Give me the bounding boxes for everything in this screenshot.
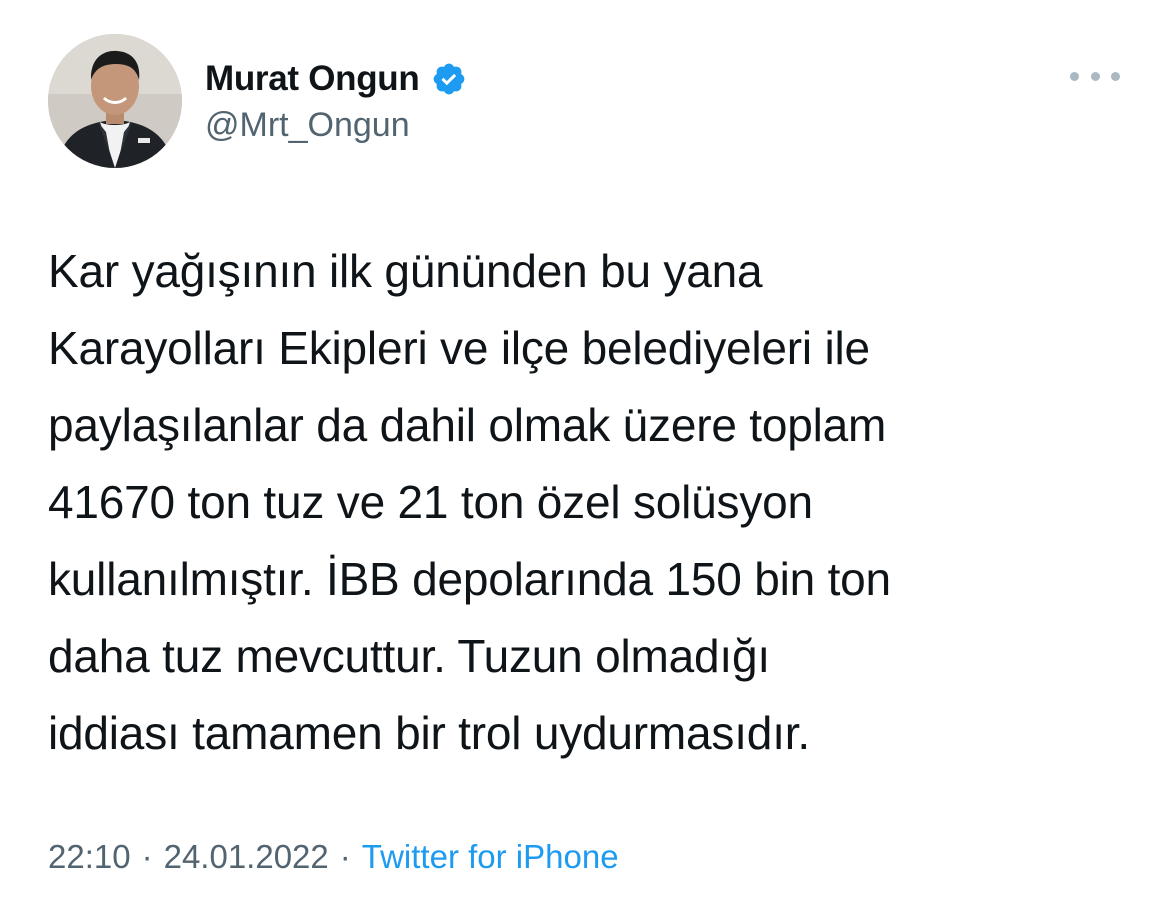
- tweet-card: Murat Ongun @Mrt_Ongun Kar yağışının ilk…: [0, 0, 1170, 916]
- more-horizontal-icon-dot: [1090, 71, 1100, 81]
- tweet-text-line: paylaşılanlar da dahil olmak üzere topla…: [48, 399, 887, 451]
- tweet-time[interactable]: 22:10: [48, 838, 131, 876]
- author-handle[interactable]: @Mrt_Ongun: [205, 106, 410, 145]
- author-name-row: Murat Ongun: [205, 57, 467, 101]
- tweet-text-line: 41670 ton tuz ve 21 ton özel solüsyon: [48, 476, 813, 528]
- tweet-text-line: daha tuz mevcuttur. Tuzun olmadığı: [48, 630, 770, 682]
- tweet-text-line: Kar yağışının ilk gününden bu yana: [48, 245, 763, 297]
- tweet-source-link[interactable]: Twitter for iPhone: [362, 838, 619, 876]
- tweet-text-line: Karayolları Ekipleri ve ilçe belediyeler…: [48, 322, 870, 374]
- tweet-date[interactable]: 24.01.2022: [164, 838, 329, 876]
- tweet-text-line: kullanılmıştır. İBB depolarında 150 bin …: [48, 553, 891, 605]
- verified-badge-icon: [431, 61, 467, 97]
- more-horizontal-icon-dot: [1111, 71, 1120, 81]
- more-horizontal-icon: [1070, 71, 1079, 81]
- author-display-name[interactable]: Murat Ongun: [205, 59, 420, 99]
- tweet-text: Kar yağışının ilk gününden bu yana Karay…: [48, 233, 1128, 772]
- more-options-button[interactable]: [1070, 64, 1120, 88]
- tweet-metadata: 22:10 · 24.01.2022 · Twitter for iPhone: [48, 838, 619, 876]
- avatar[interactable]: [48, 34, 182, 168]
- meta-separator: ·: [141, 838, 153, 875]
- tweet-text-line: iddiası tamamen bir trol uydurmasıdır.: [48, 707, 810, 759]
- meta-separator: ·: [339, 838, 351, 875]
- avatar-photo: [48, 34, 182, 168]
